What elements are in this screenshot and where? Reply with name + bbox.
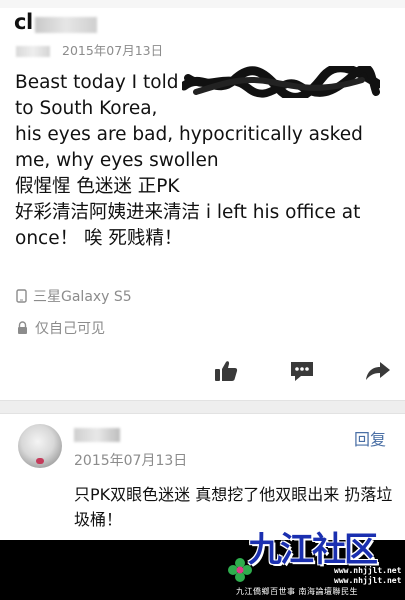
device-info: 三星Galaxy S5 [16,286,132,306]
site-watermark: 九江社区 www.nhjjlt.net www.nhjjlt.net 九江僑鄉百… [226,522,402,598]
post-date: 2015年07月13日 [62,43,164,58]
post-line: once！ 唉 死贱精！ [15,228,183,249]
post-line: me, why eyes swollen [15,150,219,171]
reply-author-name-blur [74,428,120,442]
share-arrow-icon [366,362,390,380]
device-label: 三星Galaxy S5 [33,289,132,305]
lock-icon [18,321,27,334]
privacy-label: 仅自己可见 [35,321,105,337]
avatar[interactable] [18,424,62,468]
reply-date: 2015年07月13日 [74,453,188,469]
comment-button[interactable] [287,356,317,386]
section-divider [0,400,405,414]
post-line: 好彩清洁阿姨进来清洁 i left his office at [15,202,361,223]
post-header: cl [14,10,394,40]
like-button[interactable] [211,356,241,386]
watermark-url: www.nhjjlt.net [334,576,402,585]
watermark-url: www.nhjjlt.net [334,566,402,575]
watermark-title: 九江社区 [248,530,378,570]
watermark-slogan: 九江僑鄉百世事 南海論壇聯民生 [236,587,359,596]
post-line: to South Korea, [15,98,158,119]
thumbs-up-icon [215,361,238,381]
post-author-name[interactable]: cl [14,10,33,34]
meta-username-blur [16,46,50,57]
post-line: his eyes are bad, hypocritically asked [15,124,363,145]
reply-button[interactable]: 回复 [354,426,386,450]
author-name-blur [34,16,97,33]
share-button[interactable] [363,356,393,386]
post-line: 假惺惺 色迷迷 正PK [15,176,180,197]
post-meta: 2015年07月13日 [16,40,163,59]
privacy-info: 仅自己可见 [16,318,105,338]
post-actions [0,356,405,388]
phone-icon [16,289,27,303]
redaction-scribble [182,66,380,98]
top-strip [0,0,405,8]
comment-icon [291,362,313,381]
